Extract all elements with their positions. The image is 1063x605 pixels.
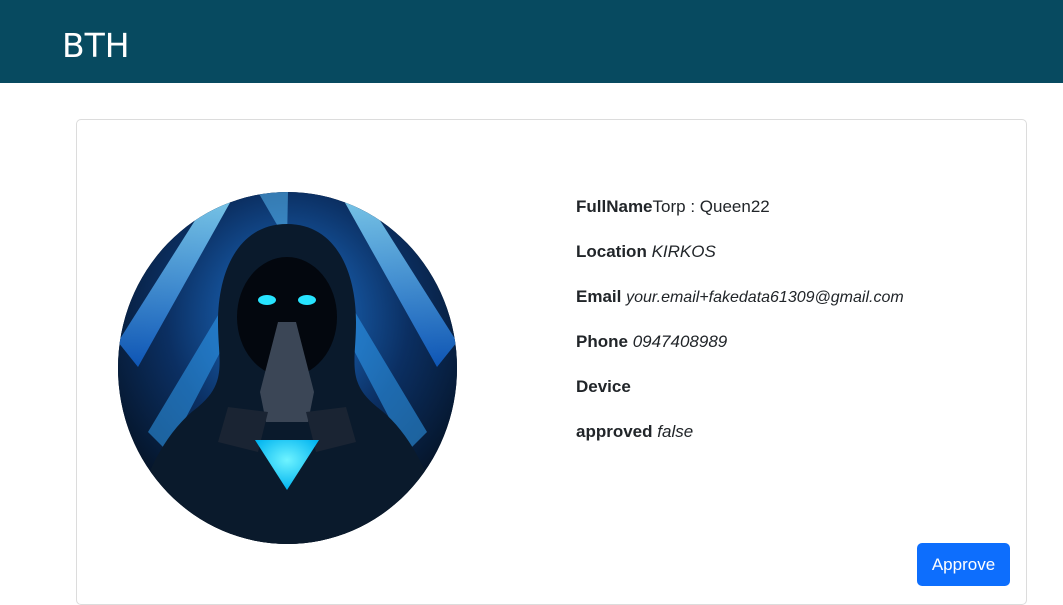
phone-value: 0947408989 bbox=[632, 332, 728, 351]
approved-row: approved false bbox=[576, 420, 996, 465]
profile-card: FullNameTorp : Queen22 Location KIRKOS E… bbox=[76, 119, 1027, 605]
phone-label: Phone bbox=[576, 332, 628, 351]
approved-value: false bbox=[657, 422, 694, 441]
brand-title[interactable]: BTH bbox=[62, 26, 130, 66]
email-label: Email bbox=[576, 287, 622, 306]
fullname-row: FullNameTorp : Queen22 bbox=[576, 195, 996, 240]
device-label: Device bbox=[576, 377, 631, 396]
device-row: Device bbox=[576, 375, 996, 420]
email-row: Email your.email+fakedata61309@gmail.com bbox=[576, 285, 996, 330]
fullname-value: Torp : Queen22 bbox=[652, 197, 770, 216]
top-navbar: BTH bbox=[0, 0, 1063, 83]
email-value: your.email+fakedata61309@gmail.com bbox=[626, 289, 904, 306]
approve-button[interactable]: Approve bbox=[917, 543, 1010, 586]
approved-label: approved bbox=[576, 422, 653, 441]
phone-row: Phone 0947408989 bbox=[576, 330, 996, 375]
location-label: Location bbox=[576, 242, 647, 261]
profile-details: FullNameTorp : Queen22 Location KIRKOS E… bbox=[576, 195, 996, 465]
fullname-label: FullName bbox=[576, 197, 653, 216]
hooded-figure-avatar-icon bbox=[118, 192, 457, 544]
location-value: KIRKOS bbox=[651, 242, 716, 261]
profile-avatar bbox=[118, 192, 457, 544]
location-row: Location KIRKOS bbox=[576, 240, 996, 285]
